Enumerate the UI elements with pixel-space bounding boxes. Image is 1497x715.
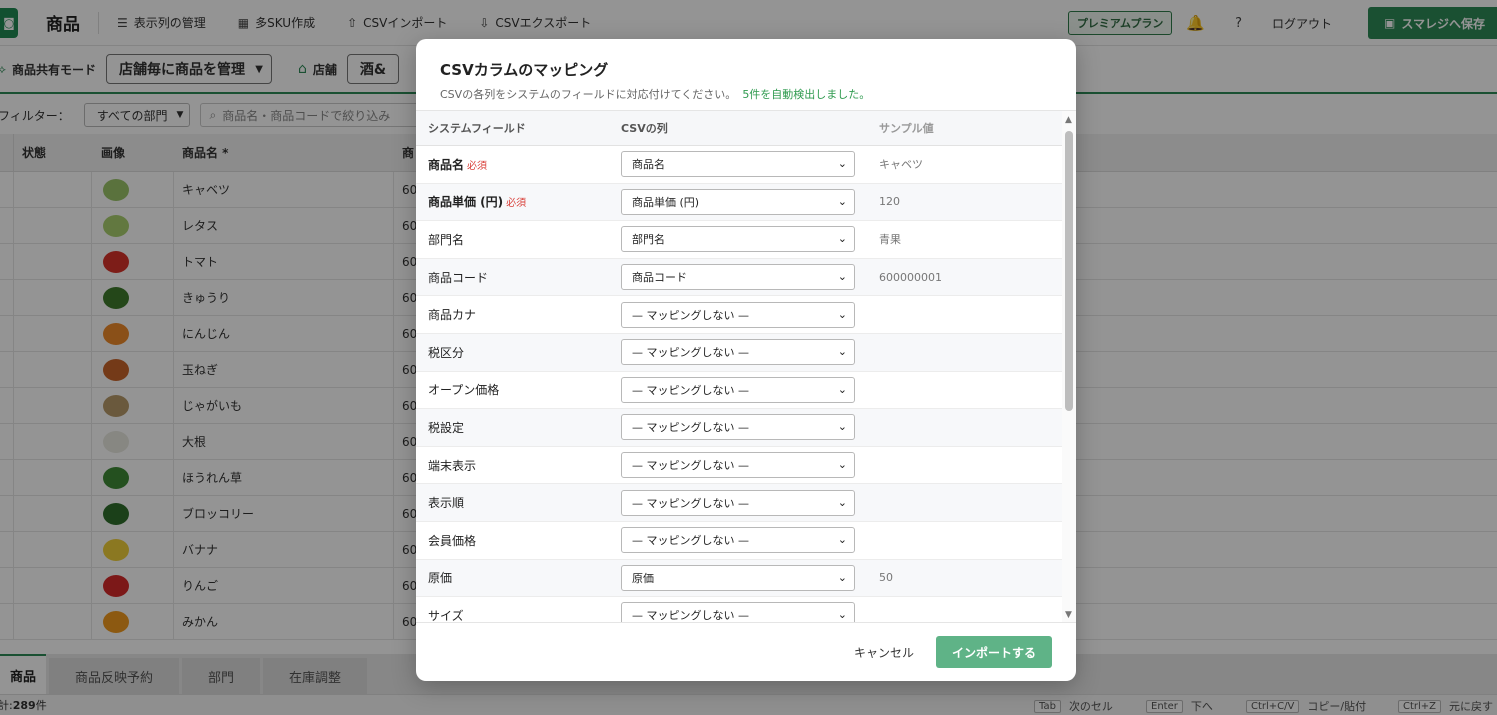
scroll-down-icon[interactable]: ▼ <box>1065 610 1072 620</box>
csv-column-select[interactable]: 原価 ⌄ <box>621 564 855 591</box>
mapping-row: サイズ — マッピングしない — ⌄ <box>416 597 1062 622</box>
system-field-label: 税設定 <box>428 420 465 435</box>
sample-value: 600000001 <box>879 270 942 284</box>
csv-column-select[interactable]: — マッピングしない — ⌄ <box>621 452 855 479</box>
csv-column-cell: — マッピングしない — ⌄ <box>609 489 867 516</box>
system-field-label: 会員価格 <box>428 533 477 548</box>
csv-mapping-dialog: CSVカラムのマッピング CSVの各列をシステムのフィールドに対応付けてください… <box>416 39 1076 681</box>
dialog-footer: キャンセル インポートする <box>416 622 1076 681</box>
scroll-thumb[interactable] <box>1065 131 1073 411</box>
required-mark: 必須 <box>506 198 527 210</box>
csv-column-select[interactable]: — マッピングしない — ⌄ <box>621 301 855 328</box>
chevron-down-icon: ⌄ <box>837 458 847 472</box>
mapping-row: 税区分 — マッピングしない — ⌄ <box>416 333 1062 372</box>
csv-column-cell: — マッピングしない — ⌄ <box>609 527 867 554</box>
chevron-down-icon: ⌄ <box>837 495 847 509</box>
csv-column-select[interactable]: — マッピングしない — ⌄ <box>621 376 855 403</box>
csv-column-select[interactable]: — マッピングしない — ⌄ <box>621 602 855 622</box>
csv-column-select[interactable]: 商品単価 (円) ⌄ <box>621 188 855 215</box>
csv-column-cell: — マッピングしない — ⌄ <box>609 376 867 403</box>
system-field-label: サイズ <box>428 608 464 622</box>
mapping-row: オープン価格 — マッピングしない — ⌄ <box>416 372 1062 410</box>
chevron-down-icon: ⌄ <box>837 157 847 171</box>
mapping-row: 商品名 必須 商品名 ⌄ キャベツ <box>416 146 1062 184</box>
auto-detect-message: 5件を自動検出しました。 <box>742 88 871 101</box>
mapping-table-body: 商品名 必須 商品名 ⌄ キャベツ 商品単価 (円) 必須 商品単価 (円) ⌄ 120 部門名 部門… <box>416 146 1076 622</box>
required-mark: 必須 <box>467 160 488 172</box>
dialog-header: CSVカラムのマッピング CSVの各列をシステムのフィールドに対応付けてください… <box>416 39 1076 111</box>
chevron-down-icon: ⌄ <box>837 307 847 321</box>
system-field-label: 商品単価 (円) 必須 <box>428 195 527 210</box>
header-system-field: システムフィールド <box>428 122 526 135</box>
cancel-button[interactable]: キャンセル <box>854 644 914 661</box>
chevron-down-icon: ⌄ <box>837 232 847 246</box>
sample-value: 青果 <box>879 233 901 247</box>
csv-column-cell: 原価 ⌄ <box>609 564 867 591</box>
csv-column-cell: — マッピングしない — ⌄ <box>609 301 867 328</box>
mapping-row: 商品コード 商品コード ⌄ 600000001 <box>416 258 1062 297</box>
system-field-label: 原価 <box>428 571 453 586</box>
chevron-down-icon: ⌄ <box>837 345 847 359</box>
mapping-row: 商品カナ — マッピングしない — ⌄ <box>416 296 1062 334</box>
csv-column-select[interactable]: 部門名 ⌄ <box>621 226 855 253</box>
system-field-label: 部門名 <box>428 232 465 247</box>
chevron-down-icon: ⌄ <box>837 270 847 284</box>
mapping-row: 商品単価 (円) 必須 商品単価 (円) ⌄ 120 <box>416 183 1062 222</box>
csv-column-select[interactable]: 商品名 ⌄ <box>621 151 855 178</box>
sample-value: 120 <box>879 195 900 209</box>
csv-column-cell: 商品単価 (円) ⌄ <box>609 188 867 215</box>
csv-column-select[interactable]: — マッピングしない — ⌄ <box>621 489 855 516</box>
system-field-label: 商品名 必須 <box>428 157 488 172</box>
dialog-title: CSVカラムのマッピング <box>440 61 609 79</box>
mapping-row: 税設定 — マッピングしない — ⌄ <box>416 409 1062 447</box>
chevron-down-icon: ⌄ <box>837 420 847 434</box>
csv-column-cell: — マッピングしない — ⌄ <box>609 602 867 622</box>
mapping-row: 部門名 部門名 ⌄ 青果 <box>416 221 1062 259</box>
dialog-subtitle: CSVの各列をシステムのフィールドに対応付けてください。 5件を自動検出しました。 <box>440 88 871 101</box>
mapping-row: 表示順 — マッピングしない — ⌄ <box>416 484 1062 522</box>
chevron-down-icon: ⌄ <box>837 570 847 584</box>
mapping-row: 会員価格 — マッピングしない — ⌄ <box>416 522 1062 560</box>
csv-column-cell: 商品コード ⌄ <box>609 264 867 291</box>
header-csv-column: CSVの列 <box>621 122 668 135</box>
csv-column-cell: 部門名 ⌄ <box>609 226 867 253</box>
system-field-label: オープン価格 <box>428 383 500 398</box>
chevron-down-icon: ⌄ <box>837 608 847 622</box>
mapping-table: システムフィールド CSVの列 サンプル値 商品名 必須 商品名 ⌄ キャベツ商品単価 … <box>416 111 1076 622</box>
chevron-down-icon: ⌄ <box>837 533 847 547</box>
csv-column-cell: — マッピングしない — ⌄ <box>609 414 867 441</box>
csv-column-select[interactable]: — マッピングしない — ⌄ <box>621 339 855 366</box>
system-field-label: 商品カナ <box>428 308 477 323</box>
csv-column-cell: — マッピングしない — ⌄ <box>609 339 867 366</box>
scroll-up-icon[interactable]: ▲ <box>1065 115 1072 125</box>
system-field-label: 表示順 <box>428 496 465 511</box>
mapping-row: 端末表示 — マッピングしない — ⌄ <box>416 447 1062 485</box>
system-field-label: 商品コード <box>428 270 489 285</box>
mapping-row: 原価 原価 ⌄ 50 <box>416 559 1062 598</box>
csv-column-select[interactable]: — マッピングしない — ⌄ <box>621 527 855 554</box>
mapping-scrollbar[interactable]: ▲ ▼ <box>1062 111 1076 622</box>
csv-column-cell: — マッピングしない — ⌄ <box>609 452 867 479</box>
csv-column-cell: 商品名 ⌄ <box>609 151 867 178</box>
sample-value: 50 <box>879 571 893 585</box>
chevron-down-icon: ⌄ <box>837 194 847 208</box>
system-field-label: 端末表示 <box>428 458 477 473</box>
csv-column-select[interactable]: 商品コード ⌄ <box>621 264 855 291</box>
import-button[interactable]: インポートする <box>935 636 1052 668</box>
sample-value: キャベツ <box>879 158 923 172</box>
chevron-down-icon: ⌄ <box>837 382 847 396</box>
header-sample-value: サンプル値 <box>879 122 934 135</box>
mapping-table-header: システムフィールド CSVの列 サンプル値 <box>416 111 1062 146</box>
csv-column-select[interactable]: — マッピングしない — ⌄ <box>621 414 855 441</box>
system-field-label: 税区分 <box>428 345 465 360</box>
